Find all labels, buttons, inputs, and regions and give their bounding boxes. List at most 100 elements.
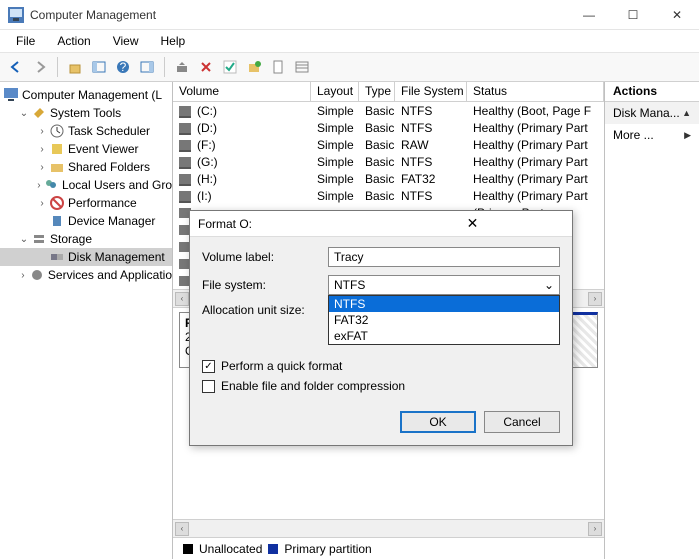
menu-help[interactable]: Help <box>151 32 196 50</box>
volume-row[interactable]: (I:)SimpleBasicNTFSHealthy (Primary Part <box>173 187 604 204</box>
volume-fs: NTFS <box>395 104 467 118</box>
properties-button[interactable] <box>268 57 288 77</box>
actions-more-label: More ... <box>613 128 654 142</box>
tree-device-manager[interactable]: Device Manager <box>0 212 172 230</box>
col-header-volume[interactable]: Volume <box>173 82 311 101</box>
actions-context-row[interactable]: Disk Mana... ▲ <box>605 102 699 124</box>
services-icon <box>30 268 44 282</box>
actions-header: Actions <box>605 82 699 102</box>
expand-icon[interactable]: › <box>36 198 48 209</box>
dialog-close-button[interactable]: ✕ <box>381 215 564 232</box>
panel-button[interactable] <box>137 57 157 77</box>
expand-icon[interactable]: › <box>18 270 28 281</box>
back-button[interactable] <box>6 57 26 77</box>
volume-name: (H:) <box>197 172 217 186</box>
menu-action[interactable]: Action <box>47 32 100 50</box>
label-volume: Volume label: <box>202 250 328 264</box>
scroll-right-icon[interactable]: › <box>588 522 602 536</box>
help-button[interactable]: ? <box>113 57 133 77</box>
actions-more-row[interactable]: More ... ▶ <box>605 124 699 146</box>
dropdown-option-exfat[interactable]: exFAT <box>329 328 559 344</box>
filesystem-selected: NTFS <box>334 278 365 292</box>
collapse-icon[interactable]: ⌄ <box>18 108 30 119</box>
col-header-filesystem[interactable]: File System <box>395 82 467 101</box>
tree-services[interactable]: ›Services and Applicatio <box>0 266 172 284</box>
volume-row[interactable]: (G:)SimpleBasicNTFSHealthy (Primary Part <box>173 153 604 170</box>
tree-label: System Tools <box>50 106 121 120</box>
volume-status: Healthy (Primary Part <box>467 189 604 203</box>
cancel-button[interactable]: Cancel <box>484 411 560 433</box>
filesystem-dropdown[interactable]: NTFS FAT32 exFAT <box>328 295 560 345</box>
collapse-up-icon[interactable]: ▲ <box>682 108 691 118</box>
dialog-titlebar[interactable]: Format O: ✕ <box>190 211 572 237</box>
menu-file[interactable]: File <box>6 32 45 50</box>
volume-type: Basic <box>359 121 395 135</box>
tree-shared-folders[interactable]: ›Shared Folders <box>0 158 172 176</box>
volume-label-input[interactable] <box>328 247 560 267</box>
dropdown-option-fat32[interactable]: FAT32 <box>329 312 559 328</box>
refresh-button[interactable] <box>172 57 192 77</box>
tree-root[interactable]: Computer Management (L <box>0 86 172 104</box>
tree-system-tools[interactable]: ⌄ System Tools <box>0 104 172 122</box>
col-header-layout[interactable]: Layout <box>311 82 359 101</box>
users-icon <box>44 178 58 192</box>
volume-row[interactable]: (F:)SimpleBasicRAWHealthy (Primary Part <box>173 136 604 153</box>
volume-row[interactable]: (C:)SimpleBasicNTFSHealthy (Boot, Page F <box>173 102 604 119</box>
volume-row[interactable]: (H:)SimpleBasicFAT32Healthy (Primary Par… <box>173 170 604 187</box>
volume-row[interactable]: (D:)SimpleBasicNTFSHealthy (Primary Part <box>173 119 604 136</box>
quick-format-checkbox[interactable]: ✓ Perform a quick format <box>202 359 560 373</box>
tree-storage[interactable]: ⌄ Storage <box>0 230 172 248</box>
menu-view[interactable]: View <box>103 32 149 50</box>
show-hide-tree-button[interactable] <box>89 57 109 77</box>
properties-check-button[interactable] <box>220 57 240 77</box>
menu-bar: File Action View Help <box>0 30 699 52</box>
svg-text:?: ? <box>120 60 127 74</box>
delete-button[interactable] <box>196 57 216 77</box>
ok-button[interactable]: OK <box>400 411 476 433</box>
volume-layout: Simple <box>311 155 359 169</box>
scroll-right-icon[interactable]: › <box>588 292 602 306</box>
list-view-button[interactable] <box>292 57 312 77</box>
horizontal-scrollbar-bottom[interactable]: ‹ › <box>173 519 604 537</box>
close-button[interactable]: ✕ <box>655 0 699 30</box>
scroll-left-icon[interactable]: ‹ <box>175 292 189 306</box>
maximize-button[interactable]: ☐ <box>611 0 655 30</box>
minimize-button[interactable]: — <box>567 0 611 30</box>
forward-button[interactable] <box>30 57 50 77</box>
volume-list-header[interactable]: Volume Layout Type File System Status <box>173 82 604 102</box>
col-header-type[interactable]: Type <box>359 82 395 101</box>
scroll-left-icon[interactable]: ‹ <box>175 522 189 536</box>
filesystem-select[interactable]: NTFS ⌄ <box>328 275 560 295</box>
volume-fs: RAW <box>395 138 467 152</box>
tree-event-viewer[interactable]: ›Event Viewer <box>0 140 172 158</box>
volume-layout: Simple <box>311 189 359 203</box>
tree-performance[interactable]: ›Performance <box>0 194 172 212</box>
submenu-icon[interactable]: ▶ <box>684 130 691 141</box>
compression-label: Enable file and folder compression <box>221 379 405 393</box>
volume-layout: Simple <box>311 121 359 135</box>
event-icon <box>50 142 64 156</box>
volume-name: (F:) <box>197 138 216 152</box>
expand-icon[interactable]: › <box>36 180 42 191</box>
volume-type: Basic <box>359 189 395 203</box>
navigation-tree[interactable]: Computer Management (L ⌄ System Tools ›T… <box>0 82 173 559</box>
col-header-status[interactable]: Status <box>467 82 604 101</box>
volume-icon <box>179 123 191 133</box>
volume-name: (D:) <box>197 121 217 135</box>
tree-disk-management[interactable]: Disk Management <box>0 248 172 266</box>
compression-checkbox[interactable]: Enable file and folder compression <box>202 379 560 393</box>
clock-icon <box>50 124 64 138</box>
volume-status: Healthy (Primary Part <box>467 172 604 186</box>
perf-icon <box>50 196 64 210</box>
tree-local-users[interactable]: ›Local Users and Gro <box>0 176 172 194</box>
toolbar-separator <box>57 57 58 77</box>
expand-icon[interactable]: › <box>36 126 48 137</box>
dropdown-option-ntfs[interactable]: NTFS <box>329 296 559 312</box>
new-item-button[interactable] <box>244 57 264 77</box>
up-button[interactable] <box>65 57 85 77</box>
expand-icon[interactable]: › <box>36 162 48 173</box>
tree-label: Storage <box>50 232 92 246</box>
expand-icon[interactable]: › <box>36 144 48 155</box>
tree-task-scheduler[interactable]: ›Task Scheduler <box>0 122 172 140</box>
collapse-icon[interactable]: ⌄ <box>18 234 30 245</box>
